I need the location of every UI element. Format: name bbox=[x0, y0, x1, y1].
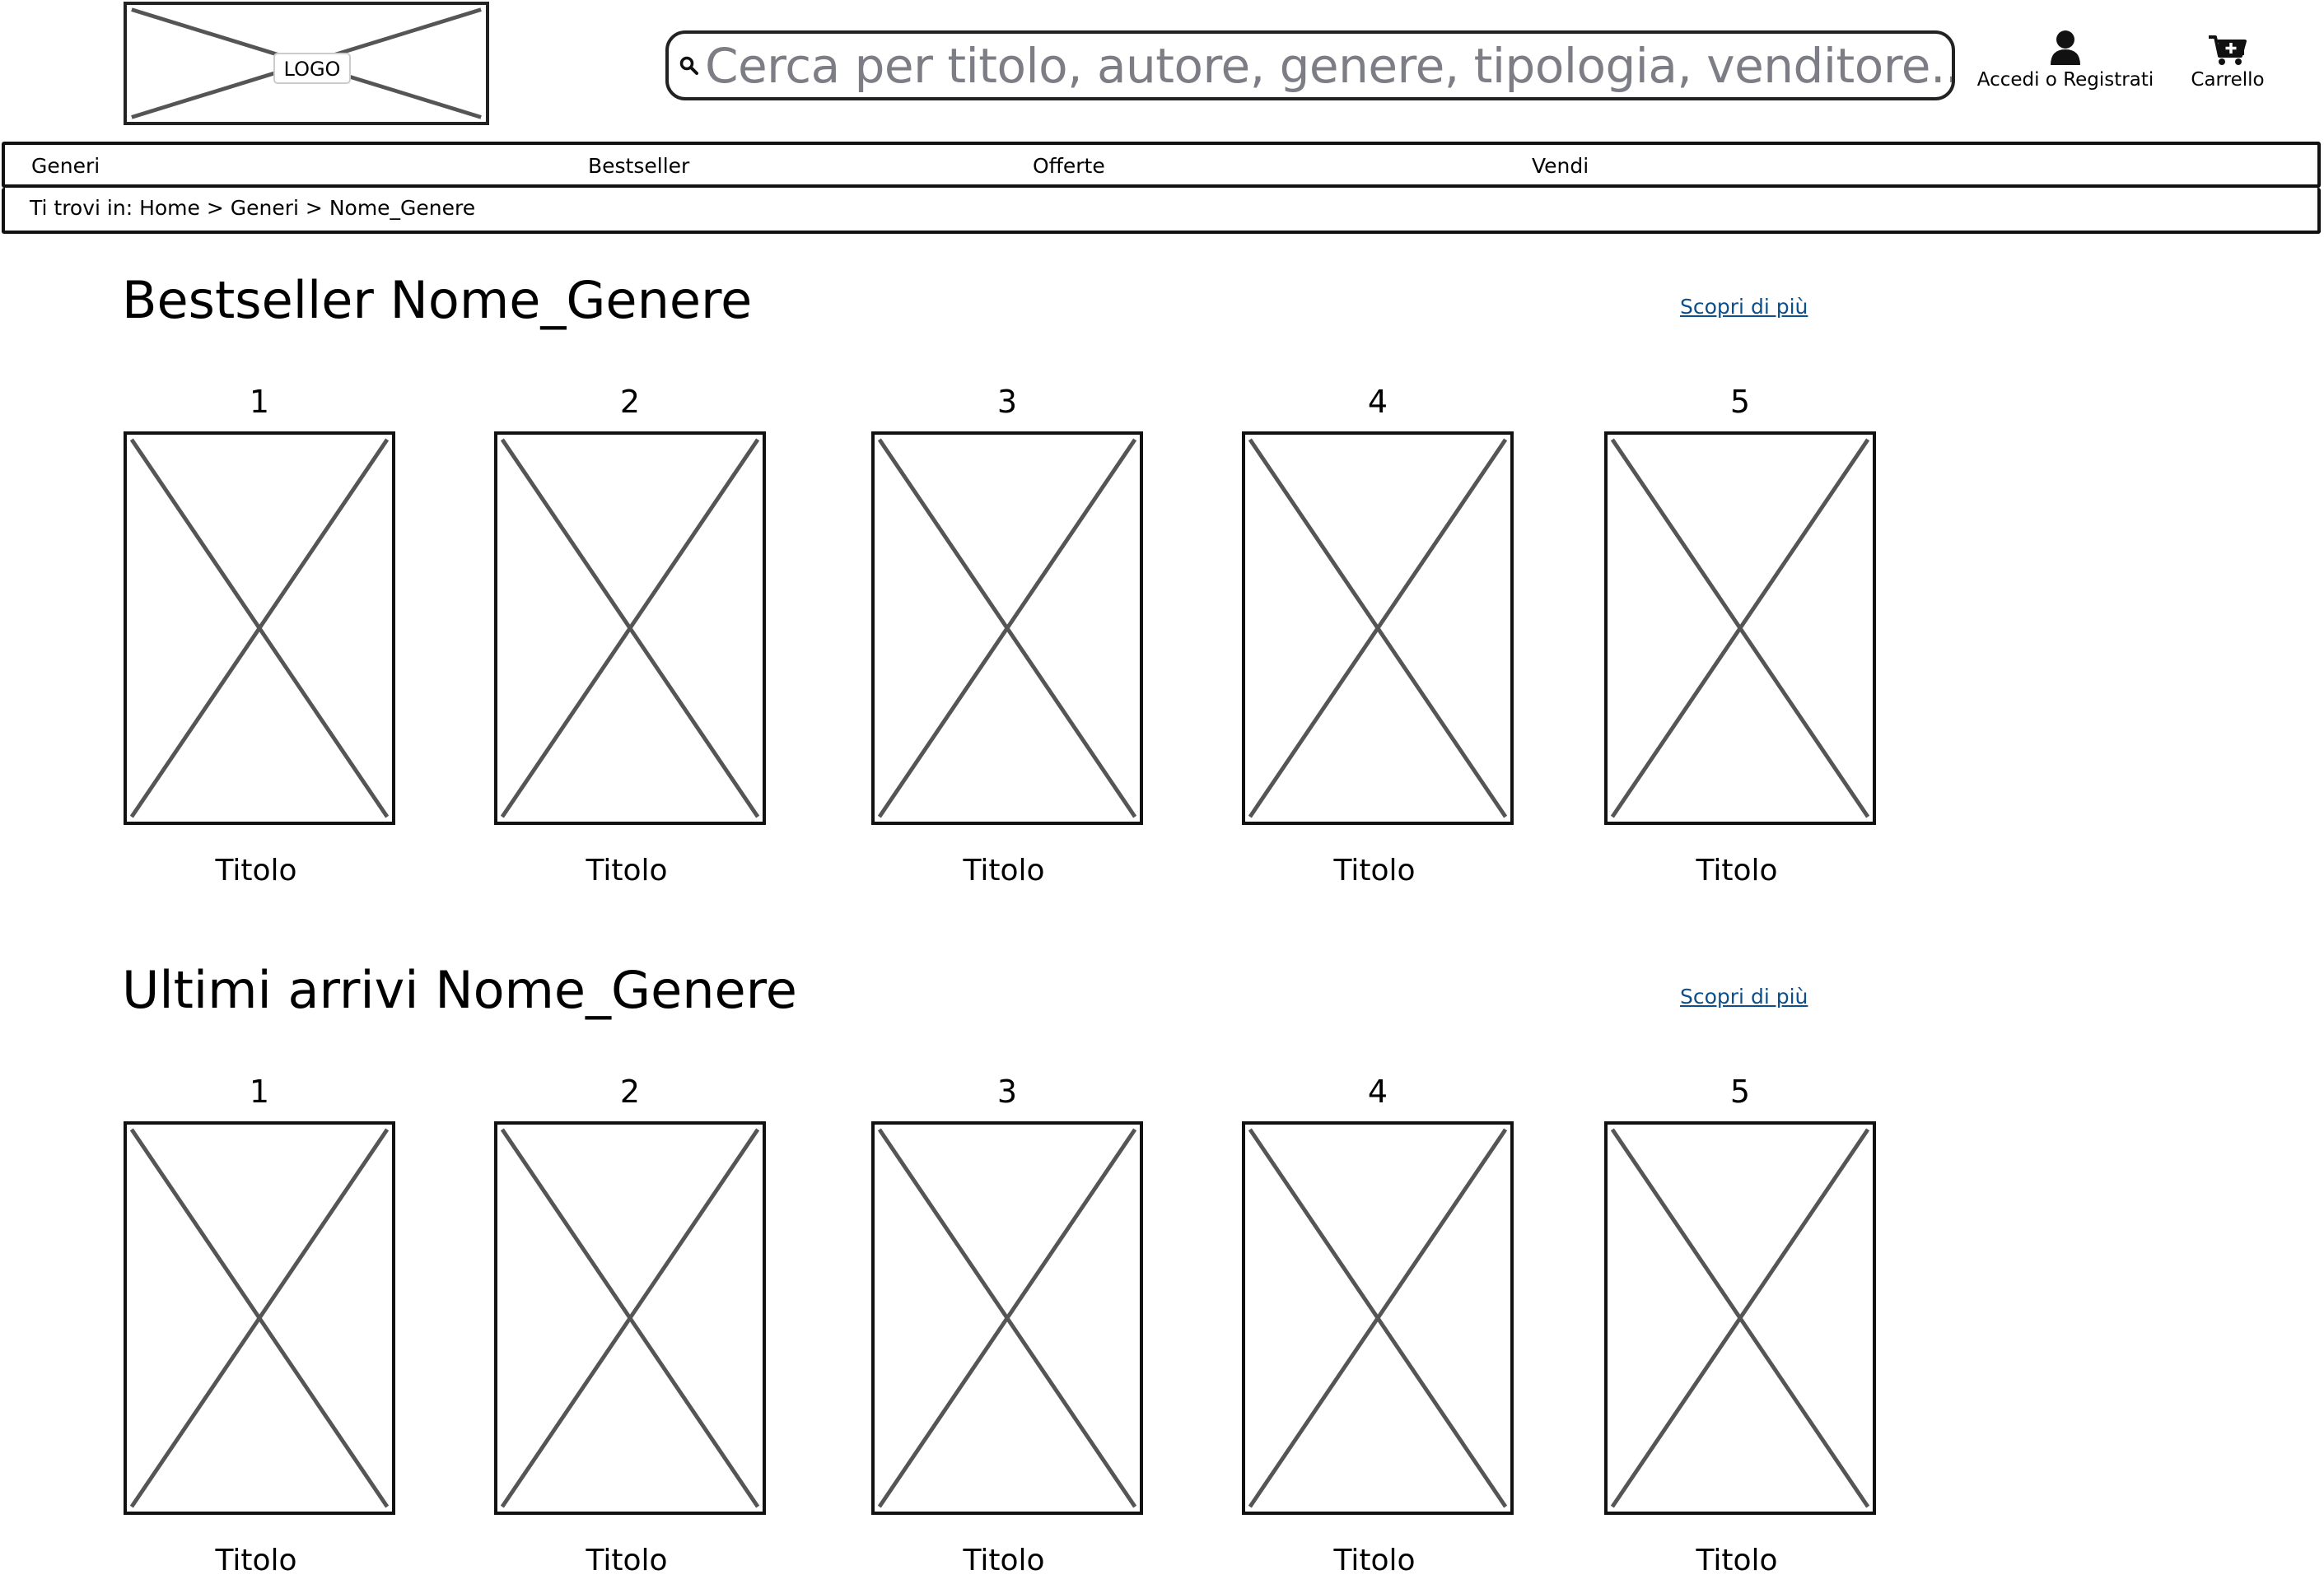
image-placeholder-icon bbox=[1610, 1128, 1870, 1508]
account-button[interactable]: Accedi o Registrati bbox=[1975, 30, 2156, 91]
book-rank: 5 bbox=[1729, 1074, 1751, 1110]
cart-label: Carrello bbox=[2191, 69, 2265, 91]
breadcrumb-home[interactable]: Home bbox=[139, 196, 200, 220]
nav-item-generi[interactable]: Generi bbox=[31, 155, 100, 178]
image-placeholder-icon bbox=[877, 1128, 1137, 1508]
cart-button[interactable]: Carrello bbox=[2174, 35, 2281, 91]
book-cover[interactable] bbox=[494, 1121, 766, 1515]
breadcrumb-trail: Ti trovi in: Home > Generi > Nome_Genere bbox=[30, 196, 475, 221]
image-placeholder-icon bbox=[500, 1128, 760, 1508]
book-cover[interactable] bbox=[871, 431, 1143, 825]
book-cover[interactable] bbox=[124, 431, 395, 825]
search-bar[interactable]: Cerca per titolo, autore, genere, tipolo… bbox=[665, 30, 1955, 100]
breadcrumb-current: Nome_Genere bbox=[329, 196, 476, 220]
book-rank: 4 bbox=[1367, 1074, 1388, 1110]
book-title[interactable]: Titolo bbox=[491, 855, 763, 888]
book-cover[interactable] bbox=[124, 1121, 395, 1515]
book-title[interactable]: Titolo bbox=[1601, 1544, 1873, 1577]
cart-add-icon bbox=[2209, 35, 2247, 65]
image-placeholder-icon bbox=[129, 438, 390, 818]
image-placeholder-icon bbox=[1248, 1128, 1508, 1508]
book-rank: 3 bbox=[996, 384, 1018, 420]
nav-item-bestseller[interactable]: Bestseller bbox=[588, 155, 689, 178]
book-cover[interactable] bbox=[494, 431, 766, 825]
image-placeholder-icon bbox=[1610, 438, 1870, 818]
book-cover[interactable] bbox=[1604, 1121, 1876, 1515]
logo-label: LOGO bbox=[273, 53, 351, 84]
book-title[interactable]: Titolo bbox=[120, 1544, 392, 1577]
book-rank: 4 bbox=[1367, 384, 1388, 420]
breadcrumb-prefix: Ti trovi in: bbox=[30, 196, 133, 220]
logo-placeholder[interactable]: LOGO bbox=[124, 2, 489, 125]
breadcrumb: Ti trovi in: Home > Generi > Nome_Genere bbox=[2, 188, 2321, 234]
image-placeholder-icon bbox=[1248, 438, 1508, 818]
breadcrumb-generi[interactable]: Generi bbox=[231, 196, 299, 220]
image-placeholder-icon bbox=[877, 438, 1137, 818]
book-title[interactable]: Titolo bbox=[491, 1544, 763, 1577]
main-nav: Generi Bestseller Offerte Vendi bbox=[2, 142, 2321, 188]
book-title[interactable]: Titolo bbox=[1239, 1544, 1510, 1577]
book-cover[interactable] bbox=[1242, 1121, 1514, 1515]
user-icon bbox=[2051, 30, 2080, 65]
image-placeholder-icon bbox=[500, 438, 760, 818]
section-title: Bestseller Nome_Genere bbox=[122, 270, 753, 330]
book-cover[interactable] bbox=[1242, 431, 1514, 825]
book-title[interactable]: Titolo bbox=[868, 1544, 1140, 1577]
book-title[interactable]: Titolo bbox=[120, 855, 392, 888]
search-input[interactable]: Cerca per titolo, autore, genere, tipolo… bbox=[705, 33, 1952, 99]
breadcrumb-separator: > bbox=[305, 196, 323, 220]
see-more-link[interactable]: Scopri di più bbox=[1680, 985, 1808, 1009]
book-rank: 1 bbox=[249, 1074, 270, 1110]
search-icon bbox=[679, 56, 698, 75]
see-more-link[interactable]: Scopri di più bbox=[1680, 295, 1808, 319]
image-placeholder-icon bbox=[129, 1128, 390, 1508]
section-title: Ultimi arrivi Nome_Genere bbox=[122, 960, 797, 1020]
book-title[interactable]: Titolo bbox=[1601, 855, 1873, 888]
book-cover[interactable] bbox=[871, 1121, 1143, 1515]
book-rank: 3 bbox=[996, 1074, 1018, 1110]
nav-item-offerte[interactable]: Offerte bbox=[1033, 155, 1105, 178]
book-rank: 1 bbox=[249, 384, 270, 420]
book-rank: 2 bbox=[619, 1074, 641, 1110]
book-rank: 2 bbox=[619, 384, 641, 420]
book-title[interactable]: Titolo bbox=[868, 855, 1140, 888]
book-cover[interactable] bbox=[1604, 431, 1876, 825]
nav-item-vendi[interactable]: Vendi bbox=[1532, 155, 1589, 178]
book-title[interactable]: Titolo bbox=[1239, 855, 1510, 888]
breadcrumb-separator: > bbox=[206, 196, 224, 220]
account-label: Accedi o Registrati bbox=[1976, 69, 2154, 91]
book-rank: 5 bbox=[1729, 384, 1751, 420]
